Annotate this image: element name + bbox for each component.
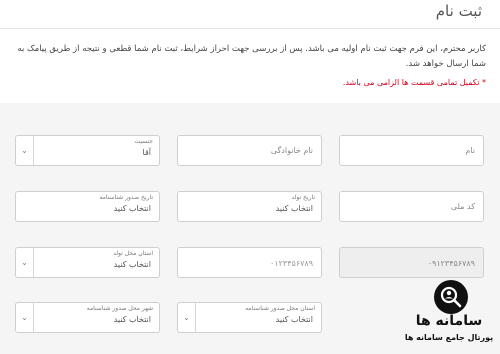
title-divider xyxy=(0,28,500,29)
id-city-select[interactable]: شهر محل صدور شناسنامه انتخاب کنید ⌄ xyxy=(15,302,160,333)
id-issue-date-label: تاریخ صدور شناسنامه xyxy=(99,194,153,201)
intro-text: کاربر محترم، این فرم جهت ثبت نام اولیه م… xyxy=(17,44,486,69)
national-code-placeholder: کد ملی xyxy=(450,202,475,211)
mobile-value: ۰۹۱۲۳۴۵۶۷۸۹ xyxy=(427,259,475,268)
last-name-placeholder: نام خانوادگی xyxy=(270,146,313,155)
national-code-field[interactable]: کد ملی xyxy=(339,191,484,222)
page-title: ثبت نام xyxy=(435,2,482,20)
birth-date-label: تاریخ تولد xyxy=(291,194,315,201)
id-number-field[interactable]: ۰۱۲۳۴۵۶۷۸۹ xyxy=(177,247,322,278)
magnifier-user-icon xyxy=(434,280,468,314)
chevron-down-icon: ⌄ xyxy=(178,303,196,332)
chevron-down-icon: ⌄ xyxy=(16,136,34,165)
logo-brand-text: سامانه ها xyxy=(415,313,483,329)
id-city-label: شهر محل صدور شناسنامه xyxy=(86,305,153,312)
gender-select[interactable]: جنسیت آقا ⌄ xyxy=(15,135,160,166)
birth-province-select[interactable]: استان محل تولد انتخاب کنید ⌄ xyxy=(15,247,160,278)
id-number-value: ۰۱۲۳۴۵۶۷۸۹ xyxy=(270,259,313,268)
required-note: * تکمیل تمامی قسمت ها الزامی می باشد. xyxy=(342,78,486,87)
chevron-down-icon: ⌄ xyxy=(16,248,34,277)
id-province-label: استان محل صدور شناسنامه xyxy=(245,305,315,312)
birth-date-value: انتخاب کنید xyxy=(275,204,313,213)
id-city-value: انتخاب کنید xyxy=(113,315,151,324)
birth-date-field[interactable]: تاریخ تولد انتخاب کنید xyxy=(177,191,322,222)
birth-province-value: انتخاب کنید xyxy=(113,260,151,269)
first-name-placeholder: نام xyxy=(465,146,475,155)
id-province-select[interactable]: استان محل صدور شناسنامه انتخاب کنید ⌄ xyxy=(177,302,322,333)
gender-value: آقا xyxy=(142,148,151,157)
id-province-value: انتخاب کنید xyxy=(275,315,313,324)
mobile-field: ۰۹۱۲۳۴۵۶۷۸۹ xyxy=(339,247,484,278)
id-issue-date-field[interactable]: تاریخ صدور شناسنامه انتخاب کنید xyxy=(15,191,160,222)
logo-tagline: پورتال جامع سامانه ها xyxy=(404,333,494,342)
birth-province-label: استان محل تولد xyxy=(113,250,153,257)
id-issue-date-value: انتخاب کنید xyxy=(113,204,151,213)
gender-label: جنسیت xyxy=(134,138,153,145)
last-name-field[interactable]: نام خانوادگی xyxy=(177,135,322,166)
chevron-down-icon: ⌄ xyxy=(16,303,34,332)
first-name-field[interactable]: نام xyxy=(339,135,484,166)
samaneh-ha-logo: سامانه ها پورتال جامع سامانه ها xyxy=(400,275,498,353)
